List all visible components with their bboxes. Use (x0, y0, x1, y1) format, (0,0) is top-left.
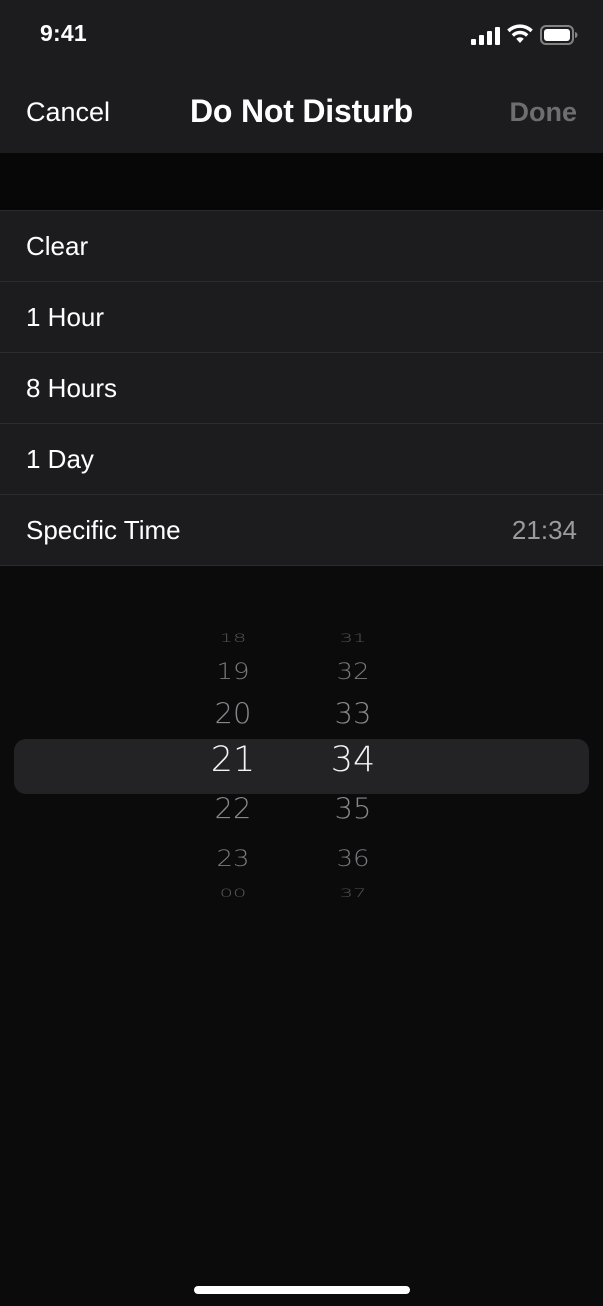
hour-option: 19 (216, 659, 250, 685)
battery-icon (540, 25, 578, 45)
done-button[interactable]: Done (510, 97, 578, 128)
home-indicator[interactable] (194, 1286, 410, 1294)
hour-wheel[interactable]: 18 19 20 21 22 23 00 (173, 565, 293, 945)
screen: 9:41 Cancel Do Not Disturb Done Clear 1 … (0, 0, 603, 1306)
signal-icon (471, 27, 500, 45)
hour-option: 18 (219, 631, 247, 645)
option-1-hour[interactable]: 1 Hour (0, 282, 603, 353)
wifi-icon (507, 24, 533, 43)
selected-minute: 34 (330, 740, 376, 780)
top-bar: 9:41 Cancel Do Not Disturb Done (0, 0, 603, 153)
section-spacer (0, 153, 603, 210)
minute-option: 32 (336, 659, 370, 685)
status-bar: 9:41 (0, 0, 603, 70)
option-1-day[interactable]: 1 Day (0, 424, 603, 495)
minute-option: 35 (334, 792, 372, 826)
minute-wheel[interactable]: 31 32 33 34 35 36 37 (293, 565, 413, 945)
time-picker: 18 19 20 21 22 23 00 31 32 33 34 35 36 3… (0, 565, 603, 945)
hour-option: 20 (214, 697, 252, 731)
option-specific-time[interactable]: Specific Time 21:34 (0, 495, 603, 566)
option-label: Specific Time (26, 515, 181, 545)
minute-option: 37 (339, 886, 367, 900)
minute-option: 36 (336, 846, 370, 872)
option-8-hours[interactable]: 8 Hours (0, 353, 603, 424)
option-label: 1 Hour (26, 302, 105, 332)
hour-option: 22 (214, 792, 252, 826)
selected-hour: 21 (210, 740, 256, 780)
hour-option: 00 (219, 886, 247, 900)
option-label: 8 Hours (26, 373, 118, 403)
minute-option: 33 (334, 697, 372, 731)
options-list: Clear 1 Hour 8 Hours 1 Day Specific Time… (0, 210, 603, 566)
option-label: Clear (26, 231, 89, 261)
option-clear[interactable]: Clear (0, 211, 603, 282)
hour-option: 23 (216, 846, 250, 872)
specific-time-value: 21:34 (511, 515, 577, 545)
option-label: 1 Day (26, 444, 94, 474)
navigation-bar: Cancel Do Not Disturb Done (0, 70, 603, 153)
status-time: 9:41 (40, 20, 87, 46)
minute-option: 31 (339, 631, 367, 645)
